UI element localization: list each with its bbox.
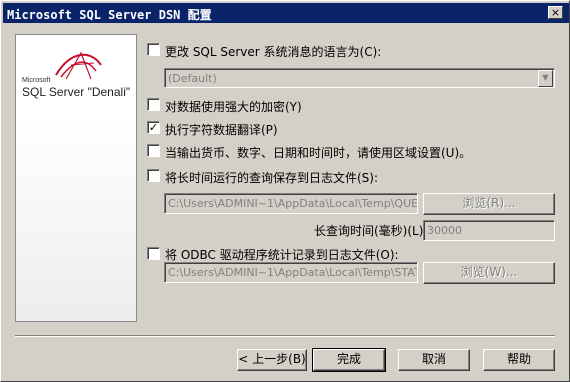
logo-microsoft: Microsoft bbox=[22, 77, 51, 84]
long-query-time-input[interactable]: 30000 bbox=[423, 220, 555, 241]
change-language-label[interactable]: 更改 SQL Server 系统消息的语言为(C): bbox=[165, 43, 381, 60]
strong-encryption-checkbox[interactable] bbox=[147, 98, 160, 111]
chevron-down-icon[interactable]: ▼ bbox=[538, 70, 553, 87]
browse-long-query-button[interactable]: 浏览(R)... bbox=[423, 193, 555, 215]
strong-encryption-label[interactable]: 对数据使用强大的加密(Y) bbox=[165, 98, 302, 115]
long-query-path-input[interactable]: C:\Users\ADMINI~1\AppData\Local\Temp\QUE… bbox=[164, 193, 418, 214]
logo-panel: Microsoft SQL Server "Denali" bbox=[15, 34, 137, 322]
log-long-queries-checkbox[interactable] bbox=[147, 169, 160, 182]
change-language-checkbox[interactable] bbox=[147, 43, 160, 56]
char-translation-label[interactable]: 执行字符数据翻译(P) bbox=[165, 121, 278, 138]
finish-button[interactable]: 完成 bbox=[312, 348, 386, 372]
dsn-config-dialog: Microsoft SQL Server DSN 配置 × Microsoft … bbox=[0, 0, 570, 382]
log-odbc-stats-label[interactable]: 将 ODBC 驱动程序统计记录到日志文件(O): bbox=[165, 246, 399, 263]
back-button[interactable]: < 上一步(B) bbox=[237, 349, 307, 371]
close-button[interactable]: × bbox=[548, 6, 563, 19]
window-title: Microsoft SQL Server DSN 配置 bbox=[7, 8, 212, 22]
cancel-button[interactable]: 取消 bbox=[398, 349, 470, 371]
log-odbc-stats-checkbox[interactable] bbox=[147, 247, 160, 260]
sql-server-logo-icon bbox=[55, 51, 102, 80]
regional-settings-checkbox[interactable] bbox=[147, 144, 160, 157]
browse-stats-button[interactable]: 浏览(W)... bbox=[423, 262, 555, 284]
long-query-time-label: 长查询时间(毫秒)(L): bbox=[314, 224, 428, 238]
language-dropdown[interactable]: (Default) ▼ bbox=[164, 68, 555, 88]
stats-path-input[interactable]: C:\Users\ADMINI~1\AppData\Local\Temp\STA… bbox=[164, 262, 418, 283]
language-value: (Default) bbox=[168, 72, 217, 85]
log-long-queries-label[interactable]: 将长时间运行的查询保存到日志文件(S): bbox=[165, 169, 378, 186]
regional-settings-label[interactable]: 当输出货币、数字、日期和时间时，请使用区域设置(U)。 bbox=[165, 144, 471, 161]
help-button[interactable]: 帮助 bbox=[483, 349, 555, 371]
title-bar: Microsoft SQL Server DSN 配置 × bbox=[3, 3, 569, 23]
footer-separator bbox=[15, 335, 555, 337]
char-translation-checkbox[interactable]: ✓ bbox=[147, 121, 160, 134]
logo-product: SQL Server "Denali" bbox=[22, 85, 131, 99]
